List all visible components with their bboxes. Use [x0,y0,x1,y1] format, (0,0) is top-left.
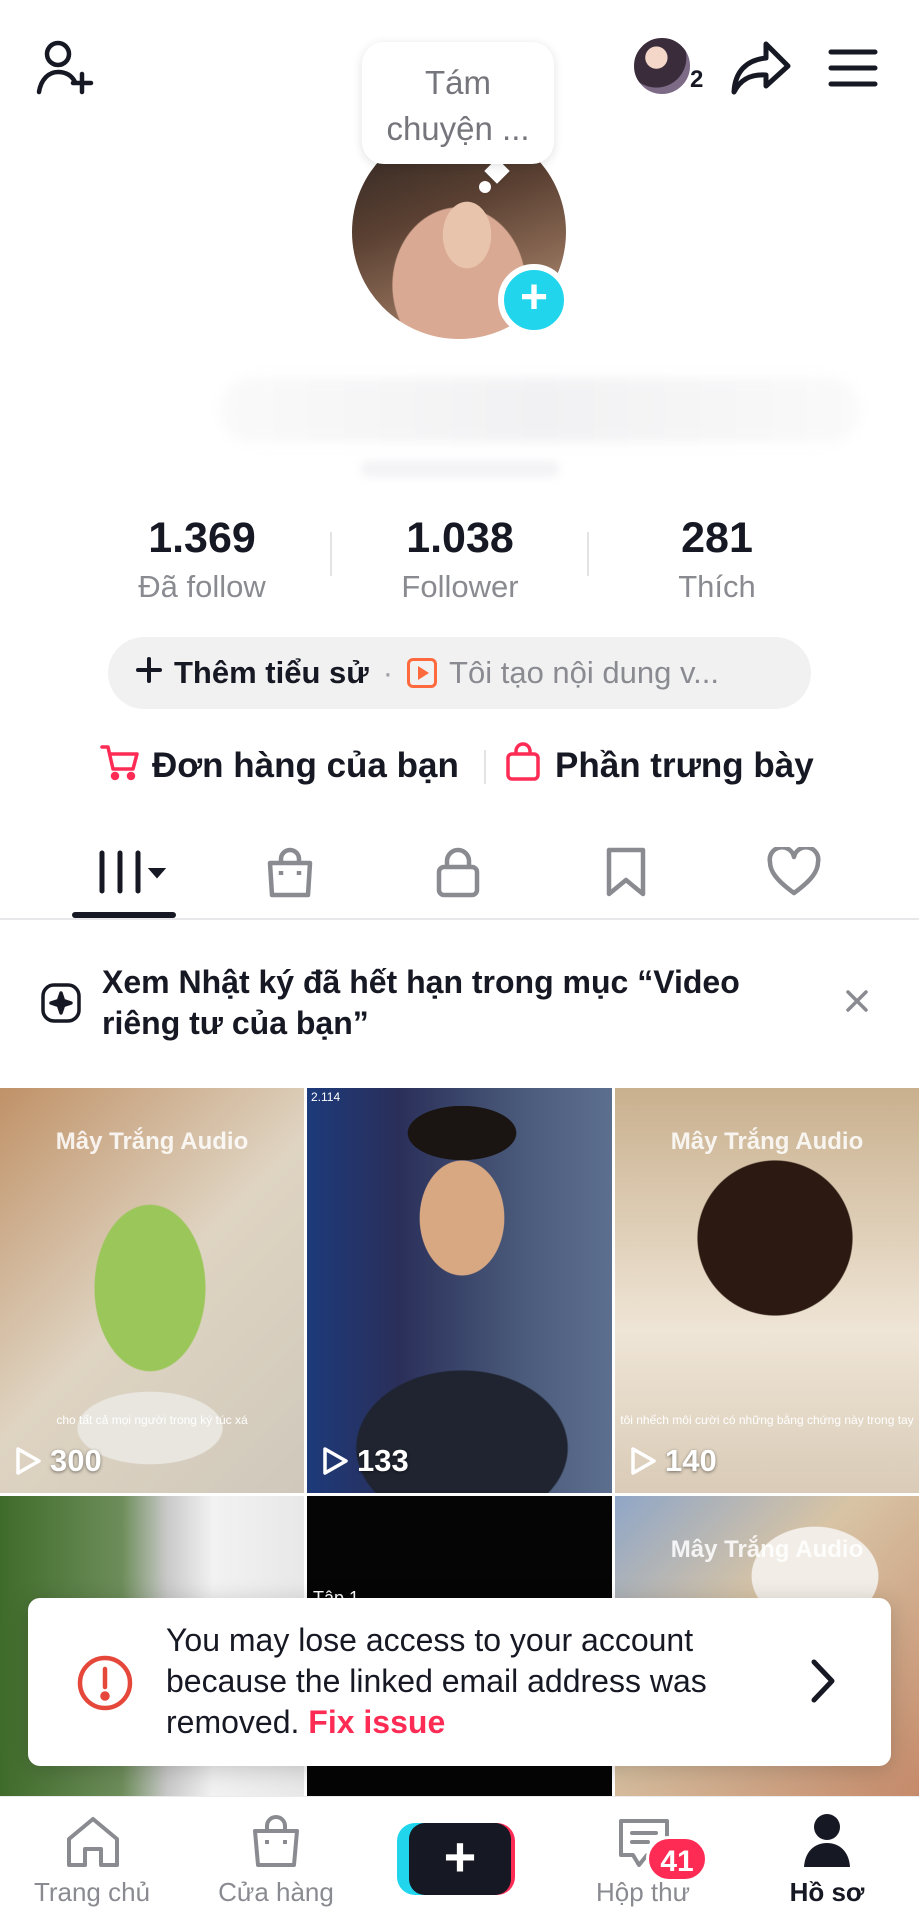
bio-pill[interactable]: Thêm tiểu sử · Tôi tạo nội dung v... [108,637,811,709]
plus-icon: + [409,1823,511,1895]
videos-grid-icon [99,850,167,894]
video-caption: tôi nhếch môi cười có những bằng chứng n… [620,1413,914,1427]
account-switch-count: 2 [690,66,704,93]
video-view-count: 140 [629,1443,717,1479]
showcase-label: Phần trưng bày [555,746,814,785]
shop-divider [484,750,486,784]
video-view-count-value: 300 [50,1443,102,1478]
note-bubble-line2: chuyện ... [386,110,530,147]
stat-divider [587,532,589,576]
profile-icon [804,1814,850,1867]
username-redacted [220,378,860,442]
play-icon [16,1447,41,1475]
tab-saved[interactable] [586,836,666,908]
stat-divider [330,532,332,576]
expired-diary-notice[interactable]: Xem Nhật ký đã hết hạn trong mục “Video … [0,920,919,1088]
play-icon [323,1447,348,1475]
sparkle-icon [40,982,82,1029]
video-caption: cho tất cả mọi người trong ký túc xá [56,1413,248,1427]
chevron-right-icon[interactable] [808,1658,838,1709]
shop-bag-icon [267,847,313,898]
account-warning-text: You may lose access to your account beca… [166,1620,806,1743]
video-tag: 2.114 [311,1090,341,1104]
create-button[interactable]: + [397,1823,515,1895]
handle-redacted [360,460,560,478]
expired-diary-notice-text: Xem Nhật ký đã hết hạn trong mục “Video … [102,964,740,1041]
video-view-count-value: 140 [665,1443,717,1478]
video-tile[interactable]: 2.114 133 [307,1088,612,1493]
nav-profile[interactable]: Hồ sơ [737,1797,917,1920]
stat-followers-label: Follower [401,569,519,604]
fix-issue-link[interactable]: Fix issue [308,1704,445,1740]
add-bio-label[interactable]: Thêm tiểu sử [174,655,369,691]
video-watermark: Mây Trắng Audio [670,1536,864,1563]
creator-play-icon [407,658,438,688]
your-orders-label: Đơn hàng của bạn [152,746,459,785]
stat-likes[interactable]: 281 Thích [597,510,837,608]
close-icon[interactable] [844,988,870,1019]
note-bubble-dot [479,181,491,193]
add-story-button[interactable]: + [498,264,570,336]
share-icon[interactable] [730,40,792,101]
creator-category-text[interactable]: Tôi tạo nội dung v... [449,655,719,691]
your-orders-link[interactable]: Đơn hàng của bạn [100,740,459,792]
add-friend-icon[interactable] [36,38,96,101]
heart-icon [767,847,821,896]
video-view-count: 300 [14,1443,102,1479]
video-view-count: 133 [321,1443,409,1479]
video-view-count-value: 133 [357,1443,409,1478]
tab-liked[interactable] [754,836,834,908]
cart-icon [100,743,140,790]
hamburger-menu-icon[interactable] [828,48,878,93]
nav-shop-label: Cửa hàng [218,1877,334,1907]
video-tile[interactable]: Mây Trắng Audio cho tất cả mọi người tro… [0,1088,304,1493]
tab-videos[interactable] [88,836,176,908]
tab-private[interactable] [418,836,498,908]
stat-following[interactable]: 1.369 Đã follow [82,510,322,608]
video-tile[interactable]: Mây Trắng Audio tôi nhếch môi cười có nh… [615,1088,919,1493]
nav-profile-label: Hồ sơ [789,1877,865,1907]
bookmark-icon [606,847,646,897]
home-icon [67,1817,119,1867]
note-bubble-line1: Tám [425,64,491,101]
stat-likes-value: 281 [681,514,753,562]
plus-icon [136,655,162,691]
nav-home[interactable]: Trang chủ [2,1797,182,1920]
nav-home-label: Trang chủ [33,1877,151,1907]
account-warning-banner[interactable]: You may lose access to your account beca… [28,1598,891,1766]
shopping-bag-icon [505,741,541,791]
bio-separator: · [382,655,394,690]
alert-icon [76,1654,134,1717]
bottom-nav: Trang chủ Cửa hàng + Hộp thư Hồ sơ [0,1796,919,1920]
nav-shop[interactable]: Cửa hàng [186,1797,366,1920]
lock-icon [436,847,480,898]
shopping-bag-icon [253,1815,299,1867]
stat-likes-label: Thích [678,569,756,604]
stat-followers-value: 1.038 [406,514,514,562]
play-icon [631,1447,656,1475]
inbox-badge: 41 [646,1836,708,1882]
note-bubble[interactable]: Tám chuyện ... [362,42,554,164]
video-watermark: Mây Trắng Audio [55,1128,249,1155]
account-switch-avatar[interactable] [632,36,692,96]
stat-following-label: Đã follow [138,569,266,604]
tab-shop[interactable] [250,836,330,908]
stat-followers[interactable]: 1.038 Follower [340,510,580,608]
video-watermark: Mây Trắng Audio [670,1128,864,1155]
nav-inbox-label: Hộp thư [595,1877,690,1907]
showcase-link[interactable]: Phần trưng bày [505,740,814,792]
stat-following-value: 1.369 [148,514,256,562]
